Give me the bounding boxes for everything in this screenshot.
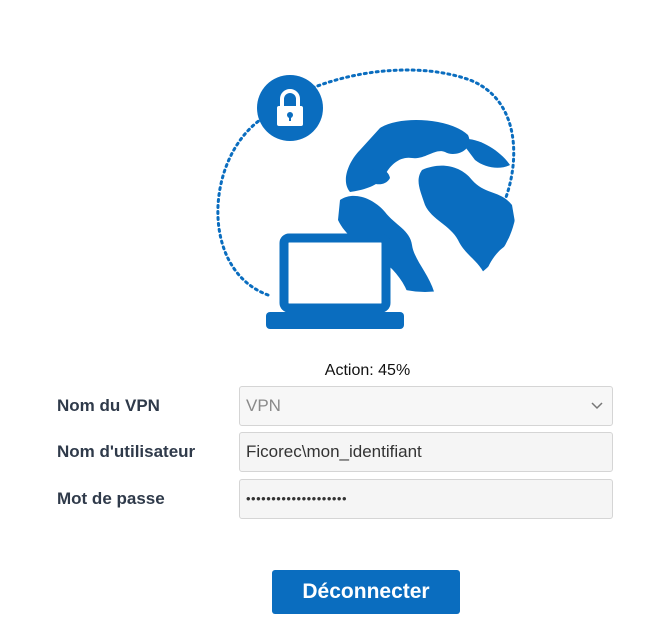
username-field[interactable]: Ficorec\mon_identifiant bbox=[239, 432, 613, 472]
vpn-name-row: Nom du VPN VPN bbox=[57, 386, 613, 426]
password-field[interactable]: •••••••••••••••••••• bbox=[239, 479, 613, 519]
vpn-illustration bbox=[216, 68, 517, 329]
vpn-name-select[interactable]: VPN bbox=[239, 386, 613, 426]
disconnect-button[interactable]: Déconnecter bbox=[272, 570, 460, 614]
username-row: Nom d'utilisateur Ficorec\mon_identifian… bbox=[57, 432, 613, 472]
connection-status: Action: 45% bbox=[324, 362, 411, 379]
chevron-down-icon bbox=[591, 402, 603, 410]
laptop-icon bbox=[266, 233, 404, 329]
password-row: Mot de passe •••••••••••••••••••• bbox=[57, 479, 613, 519]
vpn-name-label: Nom du VPN bbox=[57, 396, 160, 415]
lock-icon bbox=[257, 75, 323, 141]
username-label: Nom d'utilisateur bbox=[57, 442, 196, 461]
vpn-name-value: VPN bbox=[246, 396, 281, 415]
password-label: Mot de passe bbox=[57, 489, 165, 508]
